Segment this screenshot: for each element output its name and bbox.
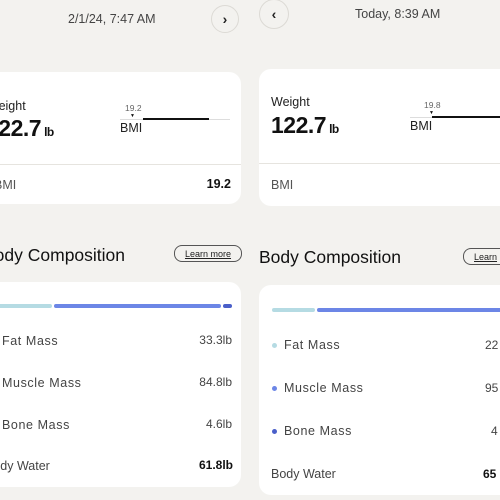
learn-more-button[interactable]: Learn — [463, 248, 500, 265]
fat-mass-label: Fat Mass — [284, 338, 341, 352]
section-title: Body Composition — [259, 247, 402, 267]
body-water-label: Body Water — [271, 467, 336, 481]
bone-mass-label: Bone Mass — [2, 418, 70, 432]
bone-mass-label: Bone Mass — [284, 424, 352, 438]
divider — [0, 164, 241, 165]
fat-mass-label: Fat Mass — [2, 334, 59, 348]
chevron-right-icon: › — [222, 11, 228, 27]
chevron-left-icon: ‹ — [271, 6, 277, 22]
bmi-row-value: 19.2 — [206, 177, 231, 191]
bone-mass-value: 4 — [491, 424, 498, 438]
muscle-segment — [54, 304, 221, 308]
bmi-gauge-label: BMI — [120, 121, 143, 135]
muscle-segment — [317, 308, 500, 312]
section-title: Body Composition — [0, 245, 126, 265]
bmi-gauge-range — [143, 118, 209, 120]
fat-segment — [272, 308, 315, 312]
date-label: Today, 8:39 AM — [355, 7, 441, 21]
weight-label: Weight — [271, 95, 310, 109]
bmi-row-label: BMI — [271, 178, 294, 192]
body-water-label: Body Water — [0, 459, 50, 473]
bone-segment — [223, 304, 232, 308]
muscle-mass-label: Muscle Mass — [284, 381, 364, 395]
bone-dot-icon — [272, 429, 277, 434]
fat-mass-value: 22 — [485, 338, 499, 352]
muscle-mass-value: 84.8lb — [199, 375, 232, 389]
muscle-mass-value: 95 — [485, 381, 499, 395]
learn-more-button[interactable]: Learn more — [174, 245, 242, 262]
bmi-gauge-label: BMI — [410, 119, 433, 133]
divider — [259, 163, 500, 164]
back-button[interactable]: ‹ — [259, 0, 289, 29]
body-water-value: 61.8lb — [198, 458, 233, 472]
date-label: 2/1/24, 7:47 AM — [68, 12, 156, 26]
next-button[interactable]: › — [211, 5, 239, 33]
muscle-mass-label: Muscle Mass — [2, 376, 82, 390]
bmi-row-label: BMI — [0, 178, 17, 192]
bmi-gauge-range — [432, 116, 500, 118]
bmi-gauge-value: 19.8 — [424, 100, 441, 110]
body-water-value: 65 — [483, 467, 497, 481]
weight-value: 122.7lb — [0, 115, 54, 141]
fat-segment — [0, 304, 52, 308]
fat-dot-icon — [272, 343, 277, 348]
bmi-gauge-value: 19.2 — [125, 103, 142, 113]
fat-mass-value: 33.3lb — [199, 333, 232, 347]
bone-mass-value: 4.6lb — [205, 417, 232, 431]
muscle-dot-icon — [272, 386, 277, 391]
weight-value: 122.7lb — [271, 112, 339, 138]
weight-label: Weight — [0, 99, 26, 113]
